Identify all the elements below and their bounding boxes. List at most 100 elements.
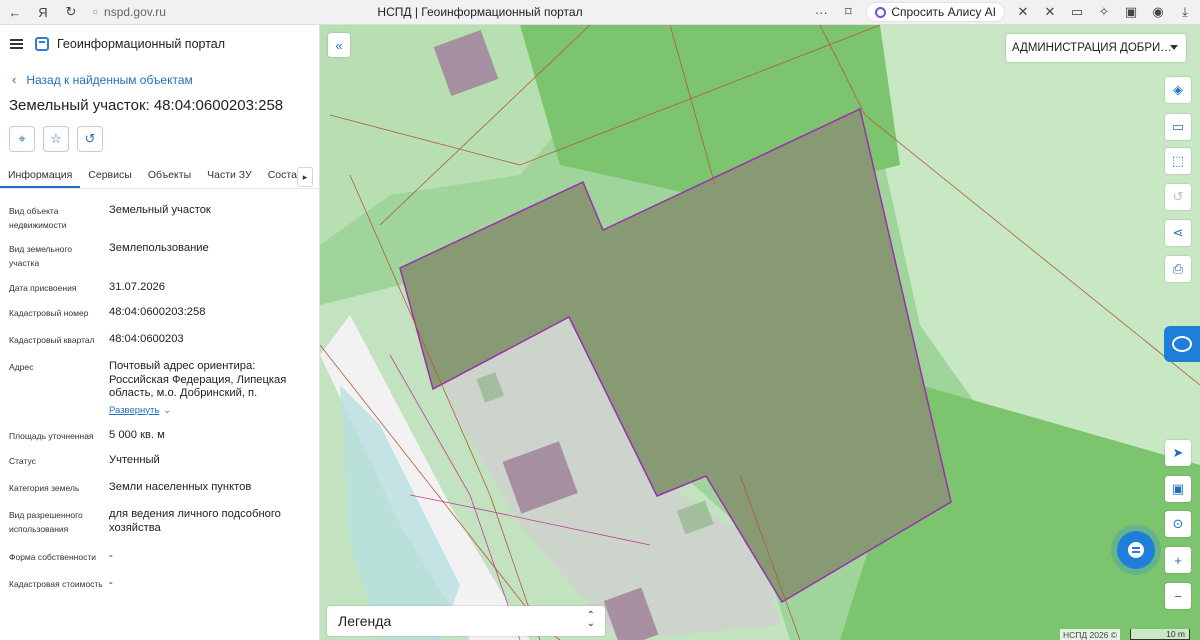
geolocation-button[interactable]: ➤ (1165, 440, 1191, 466)
property-value: для ведения личного подсобного хозяйства (109, 508, 281, 534)
puzzle-icon[interactable]: ✧ (1095, 4, 1113, 20)
chevron-down-icon (1170, 45, 1178, 50)
property-label: Кадастровый номер (9, 308, 89, 318)
property-label: Категория земель (9, 483, 80, 493)
chat-assistant-button[interactable] (1117, 531, 1155, 569)
menu-icon[interactable] (10, 39, 23, 49)
extension-icon[interactable]: ✕ (1041, 4, 1059, 20)
chevron-down-icon[interactable]: ⌄ (163, 405, 171, 415)
property-value: Почтовый адрес ориентира: Российская Фед… (109, 360, 304, 417)
favorite-button[interactable]: ☆ (43, 126, 69, 152)
location-search-button[interactable]: ⊙ (1165, 511, 1191, 537)
star-icon: ☆ (50, 131, 62, 146)
scale-label: 10 m (1166, 629, 1185, 639)
map-canvas[interactable] (320, 25, 1200, 640)
expand-address-link[interactable]: Развернуть (109, 404, 159, 418)
object-title: Земельный участок: 48:04:0600203:258 (9, 97, 284, 114)
browser-toolbar: ← Я ↻ ○ nspd.gov.ru НСПД | Геоинформацио… (0, 0, 1200, 25)
object-tools: ⌖ ☆ ↺ (0, 114, 319, 152)
chevron-left-icon: ‹ (12, 72, 17, 87)
property-value: - (109, 577, 113, 589)
history-map-button[interactable]: ↺ (1165, 184, 1191, 210)
chevron-right-icon: ▸ (302, 171, 308, 182)
chat-icon (1128, 542, 1144, 558)
tab-services[interactable]: Сервисы (80, 169, 140, 188)
property-value: 48:04:0600203 (109, 333, 184, 345)
back-link-label: Назад к найденным объектам (26, 72, 193, 87)
minimap-button[interactable]: ▣ (1165, 476, 1191, 502)
property-label: Кадастровый квартал (9, 335, 95, 345)
property-value: 48:04:0600203:258 (109, 306, 206, 318)
history-icon: ↺ (84, 131, 96, 146)
property-label: Кадастровая стоимость (9, 579, 103, 589)
locate-object-icon: ⌖ (18, 131, 26, 146)
back-to-results-link[interactable]: ‹ Назад к найденным объектам (0, 63, 319, 87)
double-chevron-left-icon: « (335, 37, 343, 53)
property-label: Вид объекта недвижимости (9, 206, 67, 230)
more-icon[interactable]: ··· (812, 5, 830, 20)
info-tabs: Информация Сервисы Объекты Части ЗУ Сост… (0, 159, 319, 189)
navigation-arrow-icon: ➤ (1172, 445, 1184, 460)
map-attribution: НСПД 2026 © (1060, 629, 1121, 640)
select-area-icon: ⬚ (1171, 153, 1185, 168)
administration-select-value: АДМИНИСТРАЦИЯ ДОБРИ… (1012, 42, 1172, 54)
print-icon: ⎙ (1172, 261, 1184, 276)
property-value: Учтенный (109, 454, 160, 466)
app-header: Геоинформационный портал (0, 25, 319, 63)
property-value: 31.07.2026 (109, 281, 165, 293)
speech-bubble-icon (1172, 336, 1192, 352)
share-button[interactable]: ⋖ (1165, 220, 1191, 246)
portal-logo-icon (35, 37, 49, 51)
legend-label: Легенда (338, 613, 392, 629)
layers-button[interactable]: ◈ (1165, 77, 1191, 103)
property-label: Дата присвоения (9, 283, 77, 293)
profile-icon[interactable]: ◉ (1149, 4, 1167, 20)
administration-select[interactable]: АДМИНИСТРАЦИЯ ДОБРИ… (1006, 34, 1186, 62)
address-text: Почтовый адрес ориентира: Российская Фед… (109, 360, 287, 399)
download-icon[interactable]: ⤓ (1176, 4, 1194, 20)
up-down-chevron-icon: ⌃ ⌄ (586, 610, 595, 629)
property-value: Земельный участок (109, 204, 211, 216)
scale-bar: 10 m (1130, 629, 1190, 640)
map-view[interactable]: « АДМИНИСТРАЦИЯ ДОБРИ… ◈ ▭ ⬚ ↺ ⋖ ⎙ ➤ ▣ ⊙… (320, 25, 1200, 640)
history-button[interactable]: ↺ (77, 126, 103, 152)
property-label: Площадь уточненная (9, 431, 94, 441)
alice-button[interactable]: Спросить Алису AI (866, 2, 1005, 22)
object-info-panel: Геоинформационный портал ‹ Назад к найде… (0, 25, 320, 640)
history-icon: ↺ (1172, 189, 1184, 204)
share-icon: ⋖ (1172, 225, 1184, 240)
property-value: Земли населенных пунктов (109, 481, 252, 493)
property-value: Землепользование (109, 242, 209, 254)
bookmark-icon[interactable]: ⌑ (839, 4, 857, 20)
zoom-in-button[interactable]: + (1165, 547, 1191, 573)
alice-icon (875, 6, 887, 18)
zoom-to-object-button[interactable]: ⌖ (9, 126, 35, 152)
property-label: Вид разрешенного использования (9, 510, 83, 534)
print-button[interactable]: ⎙ (1165, 256, 1191, 282)
select-area-button[interactable]: ⬚ (1165, 148, 1191, 174)
ruler-icon: ▭ (1171, 119, 1185, 134)
property-label: Форма собственности (9, 552, 96, 562)
collapse-panel-button[interactable]: « (328, 33, 350, 57)
tab-parcel-parts[interactable]: Части ЗУ (199, 169, 260, 188)
zoom-out-button[interactable]: − (1165, 583, 1191, 609)
tab-objects[interactable]: Объекты (140, 169, 199, 188)
property-label: Адрес (9, 362, 34, 372)
property-value: - (109, 550, 113, 562)
tab-information[interactable]: Информация (0, 169, 81, 188)
minimap-icon: ▣ (1171, 481, 1185, 496)
property-label: Вид земельного участка (9, 244, 73, 268)
gift-icon[interactable]: ▣ (1122, 4, 1140, 20)
tabs-scroll-right-button[interactable]: ▸ (297, 167, 313, 187)
alice-label: Спросить Алису AI (891, 5, 996, 19)
wallet-icon[interactable]: ▭ (1068, 4, 1086, 20)
plus-icon: + (1174, 552, 1182, 568)
extension-icon[interactable]: ✕ (1014, 4, 1032, 20)
legend-dropdown[interactable]: Легенда ⌃ ⌄ (327, 606, 605, 636)
measure-button[interactable]: ▭ (1165, 114, 1191, 140)
feedback-button[interactable] (1164, 326, 1200, 362)
attribution-text: НСПД 2026 © (1063, 629, 1118, 640)
minus-icon: − (1174, 588, 1182, 604)
layers-icon: ◈ (1173, 82, 1183, 97)
app-title: Геоинформационный портал (57, 37, 226, 51)
